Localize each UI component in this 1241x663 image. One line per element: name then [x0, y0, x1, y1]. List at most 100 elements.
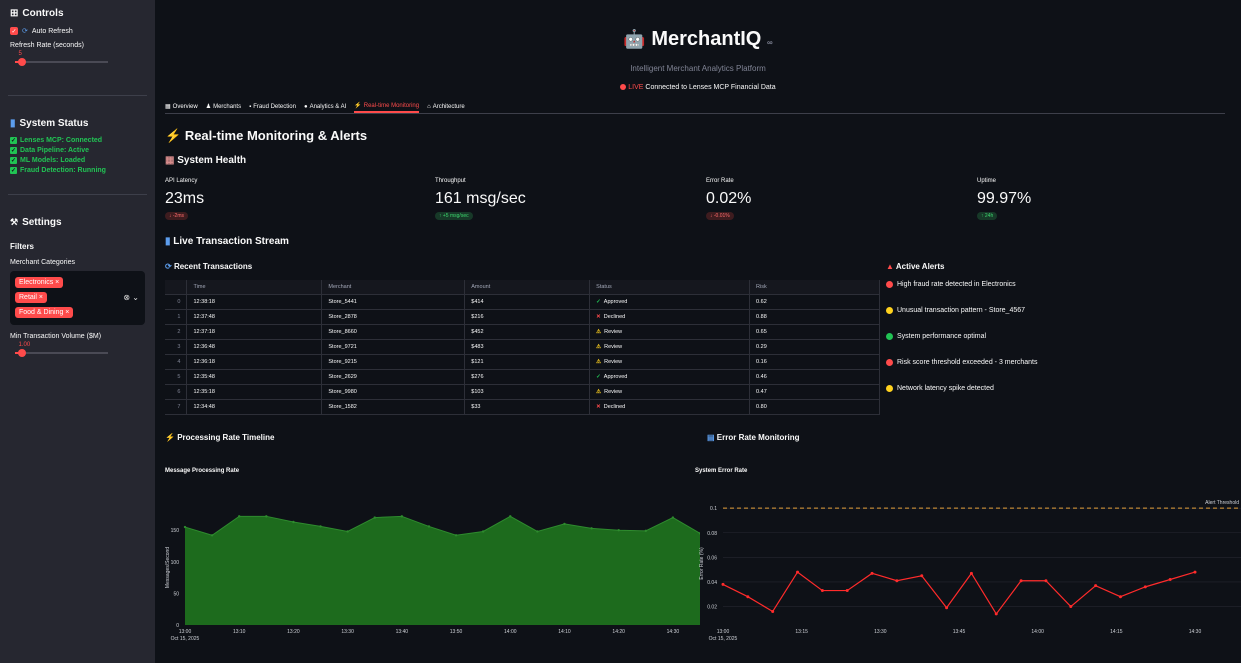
- error-rate-chart[interactable]: 0.02 0.04 0.06 0.08 0.1 Alert Threshold 13:00 1…: [695, 480, 1241, 660]
- slider-handle[interactable]: [17, 349, 26, 357]
- divider: [8, 95, 147, 96]
- table-cell: 0.88: [749, 309, 880, 325]
- table-row[interactable]: 6 12:35:18 Store_9980 $103 ⚠ Review 0.47: [165, 384, 880, 400]
- metric-card: Error Rate 0.02% ↓ -0.01%: [706, 178, 751, 220]
- table-row[interactable]: 5 12:35:48 Store_2629 $276 ✓ Approved 0.46: [165, 369, 880, 385]
- remove-tag-icon[interactable]: ×: [63, 309, 69, 316]
- data-point: [319, 525, 322, 528]
- x-tick-label: 13:00: [179, 629, 192, 635]
- table-cell: 0: [165, 294, 188, 310]
- table-row[interactable]: 1 12:37:48 Store_2878 $216 ✕ Declined 0.88: [165, 309, 880, 325]
- cell-text: Store_5441: [328, 299, 357, 305]
- tab-overview[interactable]: ▦ Overview: [165, 101, 198, 112]
- app-title: 🤖 MerchantIQ ∞: [155, 28, 1241, 51]
- threshold-label: Alert Threshold: [1205, 500, 1239, 506]
- x-tick-label: 14:10: [558, 629, 571, 635]
- data-point: [292, 520, 295, 524]
- refresh-rate-label: Refresh Rate (seconds): [10, 42, 84, 49]
- main-content: 🤖 MerchantIQ ∞ Intelligent Merchant Anal…: [155, 0, 1241, 663]
- cell-text: 12:36:48: [193, 344, 215, 350]
- cell-text: 0.29: [756, 344, 767, 350]
- tab-merchants[interactable]: ♟ Merchants: [206, 101, 241, 112]
- cell-text: Approved: [603, 374, 628, 380]
- processing-rate-chart[interactable]: 05010015013:00 13:10 13:20 13:30 13:40 13:50 1…: [155, 480, 700, 660]
- table-row[interactable]: 4 12:36:18 Store_9215 $121 ⚠ Review 0.16: [165, 354, 880, 370]
- data-point: [1193, 570, 1197, 574]
- tab-fraud-detection[interactable]: ▪ Fraud Detection: [249, 102, 296, 112]
- category-tag[interactable]: Retail ×: [15, 292, 47, 303]
- tab-architecture[interactable]: ⌂ Architecture: [427, 102, 465, 112]
- tab-analytics-ai[interactable]: ● Analytics & AI: [304, 102, 346, 112]
- metric-delta: ↓ -0.01%: [706, 212, 734, 220]
- link-icon[interactable]: ∞: [767, 38, 773, 47]
- table-cell: $276: [464, 369, 591, 385]
- clear-all-icon[interactable]: ⊗: [123, 293, 130, 302]
- alert-text: System performance optimal: [897, 333, 987, 340]
- declined-x-icon: ✕: [596, 314, 601, 320]
- alert-text: Risk score threshold exceeded - 3 mercha…: [897, 359, 1038, 366]
- table-cell: 0.65: [749, 324, 880, 340]
- alert-item: High fraud rate detected in Electronics: [886, 281, 1016, 288]
- refresh-icon: ⟳: [165, 262, 172, 271]
- table-cell: 1: [165, 309, 188, 325]
- tab-real-time-monitoring[interactable]: ⚡ Real-time Monitoring: [354, 100, 420, 113]
- cell-text: $103: [471, 389, 484, 395]
- cell-text: Store_8660: [328, 329, 357, 335]
- column-header[interactable]: Time: [186, 280, 323, 295]
- settings-heading: ⚒ Settings: [10, 217, 145, 228]
- alert-item: Unusual transaction pattern - Store_4567: [886, 307, 1025, 314]
- merchant-categories-multiselect[interactable]: ⊗ ⌄ Electronics × Retail × Food & Dining ×: [10, 271, 145, 325]
- table-row[interactable]: 7 12:34:48 Store_1582 $33 ✕ Declined 0.80: [165, 399, 880, 415]
- data-point: [427, 525, 431, 528]
- alert-dot-icon: [886, 385, 893, 392]
- transactions-table[interactable]: Time Merchant Amount Status Risk 0 12:38:18 St…: [165, 280, 880, 420]
- table-row[interactable]: 2 12:37:18 Store_8660 $452 ⚠ Review 0.65: [165, 324, 880, 340]
- approved-check-icon: ✓: [596, 299, 601, 305]
- cell-text: Review: [604, 359, 623, 365]
- y-tick-label: 100: [171, 560, 180, 566]
- slider-track[interactable]: [15, 61, 108, 63]
- tab-icon: ⌂: [427, 103, 431, 110]
- remove-tag-icon[interactable]: ×: [53, 279, 59, 286]
- refresh-rate-slider[interactable]: 5: [10, 51, 145, 67]
- table-cell: ✕ Declined: [589, 309, 751, 325]
- column-header[interactable]: Status: [589, 280, 751, 295]
- status-item: ✓ ML Models: Loaded: [10, 157, 145, 164]
- status-text: ML Models: Loaded: [20, 157, 86, 164]
- error-chart-title: System Error Rate: [695, 468, 748, 474]
- category-tag[interactable]: Electronics ×: [15, 277, 64, 288]
- auto-refresh-label: Auto Refresh: [31, 27, 73, 35]
- live-stream-text: Live Transaction Stream: [173, 236, 289, 247]
- data-point: [920, 574, 924, 578]
- data-point: [1168, 577, 1172, 581]
- table-cell: 12:37:18: [186, 324, 323, 340]
- alert-dot-icon: [886, 333, 893, 340]
- column-header[interactable]: [165, 280, 188, 295]
- remove-tag-icon[interactable]: ×: [37, 294, 43, 301]
- table-row[interactable]: 3 12:36:48 Store_9721 $483 ⚠ Review 0.29: [165, 339, 880, 355]
- sidebar: ⊞ Controls ✓ ⟳ Auto Refresh Refresh Rate…: [0, 0, 155, 663]
- live-stream-heading: ▮ Live Transaction Stream: [165, 236, 289, 247]
- auto-refresh-checkbox[interactable]: ✓ ⟳ Auto Refresh: [10, 27, 145, 35]
- tab-label: Analytics & AI: [309, 103, 347, 110]
- x-tick-label: 14:15: [1110, 629, 1123, 635]
- metric-label: API Latency: [165, 178, 198, 184]
- chevron-down-icon[interactable]: ⌄: [132, 293, 139, 302]
- min-volume-slider[interactable]: 1.00: [10, 342, 145, 358]
- area-fill: [185, 516, 700, 625]
- column-header[interactable]: Risk: [749, 280, 880, 295]
- chart-icon: ▤: [707, 433, 715, 442]
- column-header[interactable]: Merchant: [321, 280, 466, 295]
- category-tag[interactable]: Food & Dining ×: [15, 307, 74, 318]
- slider-handle[interactable]: [17, 58, 26, 66]
- cell-text: Store_9721: [328, 344, 357, 350]
- column-header[interactable]: Amount: [464, 280, 591, 295]
- cell-text: 0.46: [756, 374, 767, 380]
- slider-track[interactable]: [15, 352, 108, 354]
- checkbox-checked-icon[interactable]: ✓: [10, 27, 18, 35]
- settings-label: Settings: [22, 217, 62, 228]
- table-cell: 0.46: [749, 369, 880, 385]
- cell-text: 12:38:18: [193, 299, 215, 305]
- table-row[interactable]: 0 12:38:18 Store_5441 $414 ✓ Approved 0.62: [165, 294, 880, 310]
- table-cell: Store_1582: [321, 399, 466, 415]
